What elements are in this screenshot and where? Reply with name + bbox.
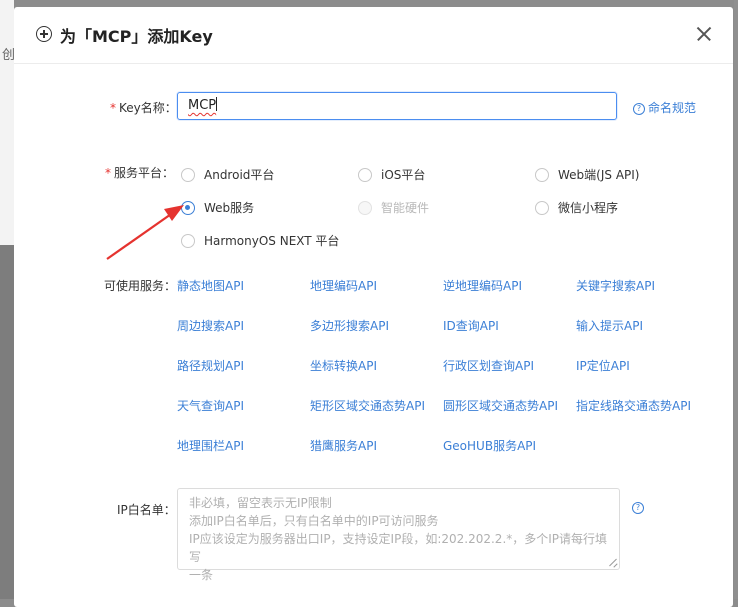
- background-overlay-right: [734, 0, 738, 599]
- radio-android[interactable]: Android平台: [181, 166, 274, 183]
- service-link[interactable]: 输入提示API: [576, 317, 643, 334]
- service-link[interactable]: IP定位API: [576, 357, 630, 374]
- service-link[interactable]: 逆地理编码API: [443, 277, 522, 294]
- background-overlay: [0, 245, 14, 599]
- resize-grip-icon[interactable]: [609, 559, 617, 567]
- placeholder-line: 非必填，留空表示无IP限制: [189, 496, 332, 510]
- service-link[interactable]: 行政区划查询API: [443, 357, 534, 374]
- radio-web-service[interactable]: Web服务: [181, 199, 254, 216]
- question-icon[interactable]: ?: [632, 502, 644, 514]
- radio-circle: [181, 168, 195, 182]
- service-link[interactable]: GeoHUB服务API: [443, 437, 536, 454]
- service-link[interactable]: 天气查询API: [177, 397, 244, 414]
- key-name-input[interactable]: MCP: [177, 92, 617, 120]
- service-link[interactable]: 静态地图API: [177, 277, 244, 294]
- service-link[interactable]: 多边形搜索API: [310, 317, 389, 334]
- service-link[interactable]: 猎鹰服务API: [310, 437, 377, 454]
- plus-circle-icon: [36, 26, 52, 42]
- key-name-label: * Key名称：: [110, 101, 177, 115]
- service-link[interactable]: 坐标转换API: [310, 357, 377, 374]
- radio-circle-disabled: [358, 201, 372, 215]
- placeholder-line: 一条: [189, 568, 214, 582]
- radio-circle: [358, 168, 372, 182]
- dialog-header: 为「MCP」添加Key: [14, 7, 733, 64]
- question-icon: ?: [633, 103, 645, 115]
- placeholder-line: 添加IP白名单后，只有白名单中的IP可访问服务: [189, 514, 439, 528]
- radio-ios[interactable]: iOS平台: [358, 166, 425, 183]
- radio-harmonyos-next[interactable]: HarmonyOS NEXT 平台: [181, 232, 339, 249]
- radio-circle: [535, 201, 549, 215]
- service-link[interactable]: 关键字搜索API: [576, 277, 655, 294]
- placeholder-line: IP应该设定为服务器出口IP，支持设定IP段，如:202.202.2.*，多个I…: [189, 532, 608, 564]
- naming-rules-link[interactable]: ? 命名规范: [633, 99, 696, 116]
- platform-label: * 服务平台：: [105, 166, 175, 180]
- service-link[interactable]: 矩形区域交通态势API: [310, 397, 425, 414]
- service-link[interactable]: 路径规划API: [177, 357, 244, 374]
- radio-circle-checked: [181, 201, 195, 215]
- service-link[interactable]: 地理围栏API: [177, 437, 244, 454]
- ip-whitelist-textarea[interactable]: 非必填，留空表示无IP限制 添加IP白名单后，只有白名单中的IP可访问服务 IP…: [177, 488, 620, 582]
- service-link[interactable]: ID查询API: [443, 317, 499, 334]
- radio-wechat-miniprogram[interactable]: 微信小程序: [535, 199, 618, 216]
- radio-circle: [181, 234, 195, 248]
- radio-smart-hardware: 智能硬件: [358, 199, 429, 216]
- close-icon[interactable]: [695, 25, 713, 43]
- service-link[interactable]: 指定线路交通态势API: [576, 397, 691, 414]
- radio-circle: [535, 168, 549, 182]
- service-link[interactable]: 地理编码API: [310, 277, 377, 294]
- service-link[interactable]: 周边搜索API: [177, 317, 244, 334]
- ip-whitelist-label: IP白名单：: [117, 503, 176, 517]
- radio-web-js-api[interactable]: Web端(JS API): [535, 166, 639, 183]
- services-label: 可使用服务：: [104, 279, 177, 293]
- background-page: [0, 0, 14, 245]
- dialog-title: 为「MCP」添加Key: [60, 27, 213, 46]
- add-key-dialog: 为「MCP」添加Key * Key名称： MCP ? 命名规范 * 服务平台： And…: [14, 7, 733, 607]
- service-link[interactable]: 圆形区域交通态势API: [443, 397, 558, 414]
